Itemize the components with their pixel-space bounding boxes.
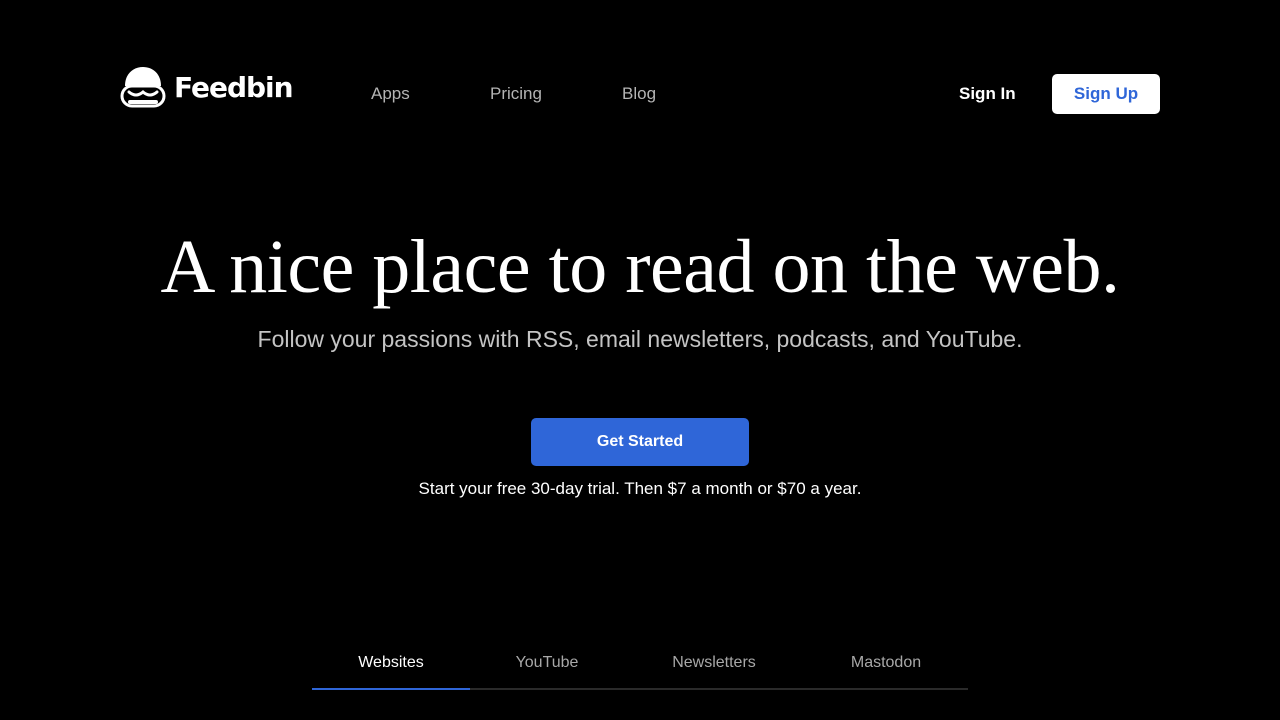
- tab-youtube[interactable]: YouTube: [470, 636, 624, 690]
- trial-pricing-text: Start your free 30-day trial. Then $7 a …: [418, 479, 862, 498]
- hero-subtitle: Follow your passions with RSS, email new…: [257, 326, 1023, 352]
- tab-newsletters[interactable]: Newsletters: [624, 636, 804, 690]
- sign-in-link[interactable]: Sign In: [959, 84, 1016, 104]
- brand-name: Feedbin: [174, 70, 294, 104]
- tab-mastodon[interactable]: Mastodon: [804, 636, 968, 690]
- feedbin-logo-icon: [120, 67, 166, 108]
- nav-link-blog[interactable]: Blog: [622, 84, 656, 104]
- site-header: Feedbin Apps Pricing Blog Sign In Sign U…: [0, 0, 1280, 190]
- get-started-button[interactable]: Get Started: [531, 418, 749, 466]
- page: Feedbin Apps Pricing Blog Sign In Sign U…: [0, 0, 1280, 720]
- hero-title: A nice place to read on the web.: [160, 225, 1120, 309]
- nav-link-apps[interactable]: Apps: [371, 84, 410, 104]
- tab-websites[interactable]: Websites: [312, 636, 470, 690]
- active-tab-indicator: [312, 688, 470, 690]
- home-logo-link[interactable]: Feedbin: [120, 64, 294, 110]
- sign-up-button[interactable]: Sign Up: [1052, 74, 1160, 114]
- nav-link-pricing[interactable]: Pricing: [490, 84, 542, 104]
- feature-tabs: Websites YouTube Newsletters Mastodon: [312, 636, 968, 690]
